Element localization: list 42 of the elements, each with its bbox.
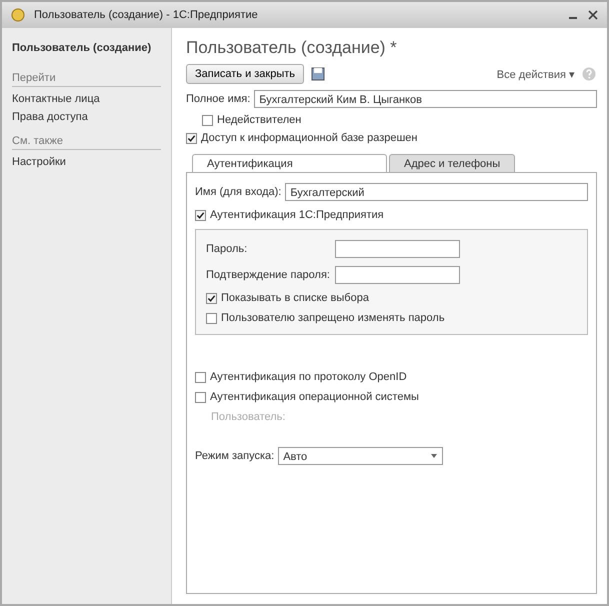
field-label: Имя (для входа): [195,186,282,198]
checkbox-label: Показывать в списке выбора [221,292,369,304]
window-title: Пользователь (создание) - 1С:Предприятие [34,9,258,21]
dropdown-value: Авто [283,450,308,464]
dropdown-arrow-icon[interactable] [430,452,438,460]
nav-link[interactable]: Контактные лица [12,93,161,105]
form-title: Пользователь (создание) * [186,38,398,58]
field-label: Подтверждение пароля: [206,269,331,281]
tab[interactable]: Аутентификация [192,154,387,173]
nav-link[interactable]: Настройки [12,156,161,168]
field-label: Пароль: [206,243,248,255]
checkbox-label: Аутентификация 1С:Предприятия [210,209,384,221]
checkbox-label: Недействителен [217,114,302,126]
checkbox[interactable] [206,292,217,304]
run-mode-dropdown[interactable]: Авто [278,447,444,465]
checkbox[interactable] [202,114,213,126]
save-icon[interactable] [310,66,326,82]
checkbox-label: Доступ к информационной базе разрешен [201,132,418,144]
field-label: Полное имя: [186,93,250,105]
checkbox-label: Аутентификация по протоколу OpenID [210,371,407,383]
login-field[interactable]: Бухгалтерский [285,183,588,201]
checkbox[interactable] [195,392,206,402]
password-confirm-field[interactable] [335,266,460,284]
checkbox[interactable] [195,372,206,382]
checkbox-label: Аутентификация операционной системы [210,391,419,403]
checkbox-label: Пользователю запрещено изменять пароль [221,312,445,324]
checkbox[interactable] [186,132,197,144]
checkbox[interactable] [206,312,217,324]
close-icon[interactable] [587,9,599,21]
save-close-button[interactable]: Записать и закрыть [186,64,304,84]
all-actions-menu[interactable]: Все действия ▾ [496,68,575,80]
section-header: См. также [12,135,161,150]
full-name-field[interactable]: Бухгалтерский Ким В. Цыганков [254,90,597,108]
field-label: Режим запуска: [195,450,274,462]
tab[interactable]: Адрес и телефоны [389,154,516,173]
app-icon [10,7,26,23]
password-field[interactable] [335,240,460,258]
checkbox[interactable] [195,210,206,220]
field-label: Пользователь: [211,411,286,423]
section-header: Перейти [12,72,161,87]
sidebar-title: Пользователь (создание) [12,42,152,54]
nav-link[interactable]: Права доступа [12,111,161,123]
